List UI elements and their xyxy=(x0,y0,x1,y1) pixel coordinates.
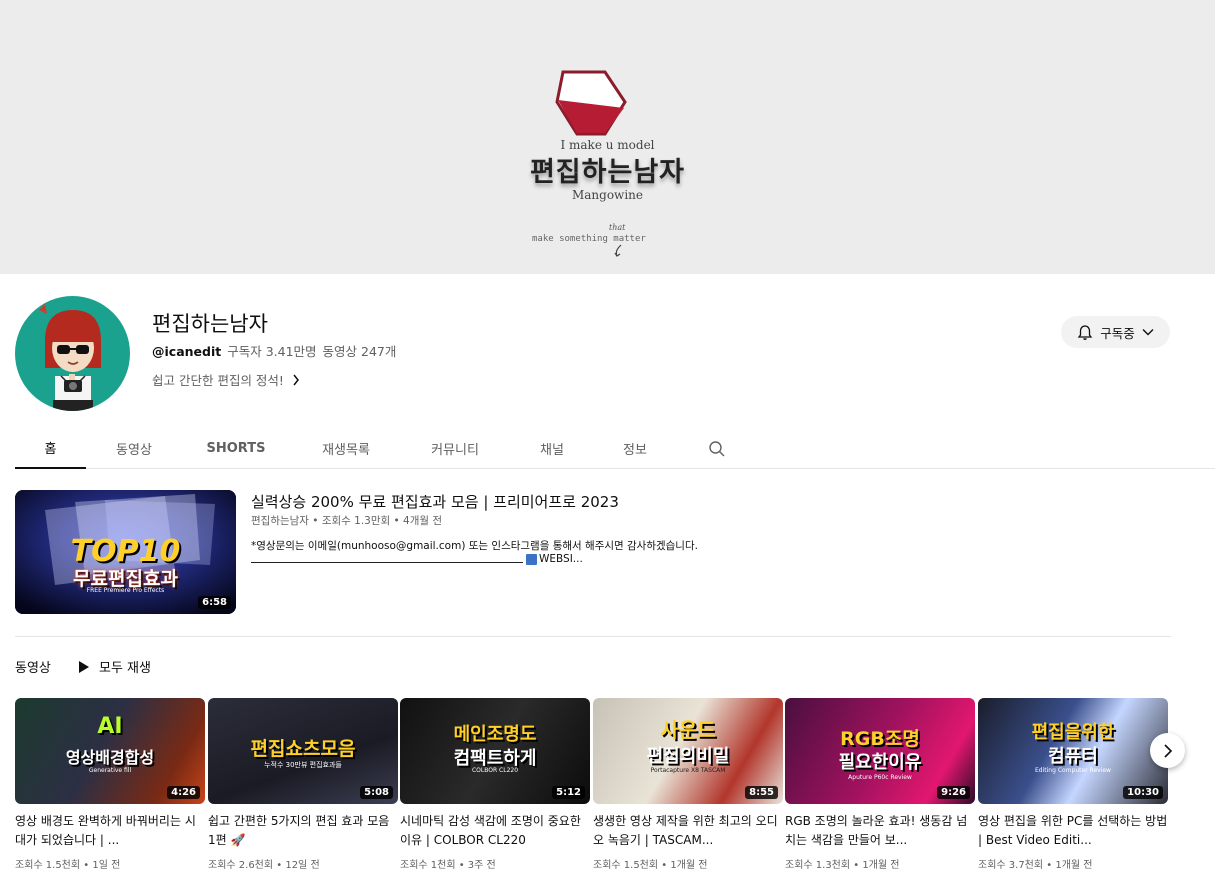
play-icon xyxy=(79,660,89,673)
tab-playlists[interactable]: 재생목록 xyxy=(310,428,382,469)
featured-duration: 6:58 xyxy=(198,596,231,609)
subscribed-button[interactable]: 구독중 xyxy=(1061,316,1170,348)
channel-description[interactable]: 쉽고 간단한 편집의 정석! xyxy=(152,370,300,389)
video-meta: 조회수 1천회 • 3주 전 xyxy=(400,860,496,871)
featured-video-thumbnail[interactable]: TOP10 무료편집효과 FREE Premiere Pro Effects 6… xyxy=(15,490,236,614)
video-card[interactable]: 메인조명도 컴팩트하게 COLBOR CL220 5:12 시네마틱 감성 색감… xyxy=(400,698,590,871)
channel-description-text: 쉽고 간단한 편집의 정석! xyxy=(152,373,284,388)
video-thumb-line1: 메인조명도 xyxy=(453,724,537,745)
video-card[interactable]: 편집을위한 컴퓨터 Editing Computer Review 10:30 … xyxy=(978,698,1168,871)
featured-video-meta: 편집하는남자 • 조회수 1.3만회 • 4개월 전 xyxy=(251,515,443,527)
video-thumb-line2: 편집의비밀 xyxy=(646,746,730,767)
tab-community[interactable]: 커뮤니티 xyxy=(419,428,491,469)
video-card[interactable]: RGB조명 필요한이유 Aputure P60c Review 9:26 RGB… xyxy=(785,698,975,871)
video-title[interactable]: RGB 조명의 놀라운 효과! 생동감 넘치는 색감을 만들어 보... xyxy=(785,812,975,850)
video-thumb-line1: 편집쇼츠모음 xyxy=(250,738,356,760)
video-thumbnail[interactable]: 편집쇼츠모음 누적수 30만뷰 편집효과들 5:08 xyxy=(208,698,398,804)
video-thumb-caption: Editing Computer Review xyxy=(1035,767,1111,774)
play-all-label: 모두 재생 xyxy=(99,661,151,676)
video-thumb-line2: 컴퓨터 xyxy=(1048,746,1098,767)
description-divider-line xyxy=(251,555,523,563)
video-thumbnail[interactable]: 사운드 편집의비밀 Portacapture X8 TASCAM 8:55 xyxy=(593,698,783,804)
video-thumbnail[interactable]: RGB조명 필요한이유 Aputure P60c Review 9:26 xyxy=(785,698,975,804)
video-thumb-line1: 사운드 xyxy=(660,718,716,742)
video-count: 동영상 247개 xyxy=(322,344,397,359)
subscribed-label: 구독중 xyxy=(1100,325,1135,341)
video-title[interactable]: 생생한 영상 제작을 위한 최고의 오디오 녹음기 | TASCAM... xyxy=(593,812,783,850)
video-thumbnail[interactable]: 편집을위한 컴퓨터 Editing Computer Review 10:30 xyxy=(978,698,1168,804)
video-meta: 조회수 1.5천회 • 1일 전 xyxy=(15,860,121,871)
video-card[interactable]: AI 영상배경합성 Generative fill 4:26 영상 배경도 완벽… xyxy=(15,698,205,871)
video-thumbnail[interactable]: 메인조명도 컴팩트하게 COLBOR CL220 5:12 xyxy=(400,698,590,804)
channel-tabs: 홈 동영상 SHORTS 재생목록 커뮤니티 채널 정보 xyxy=(15,428,1215,469)
video-title[interactable]: 쉽고 간편한 5가지의 편집 효과 모음 1편 🚀 xyxy=(208,812,398,850)
video-meta: 조회수 1.5천회 • 1개월 전 xyxy=(593,860,708,871)
video-duration: 8:55 xyxy=(745,786,778,799)
video-thumb-line1: AI xyxy=(97,714,123,739)
video-duration: 5:12 xyxy=(552,786,585,799)
banner-motto: make something matter xyxy=(532,234,646,244)
tab-home[interactable]: 홈 xyxy=(15,428,86,469)
video-title[interactable]: 시네마틱 감성 색감에 조명이 중요한 이유 | COLBOR CL220 xyxy=(400,812,590,850)
play-all-button[interactable]: 모두 재생 xyxy=(78,657,151,676)
chevron-down-icon xyxy=(1142,329,1154,336)
video-thumb-caption: 누적수 30만뷰 편집효과들 xyxy=(264,761,342,769)
tab-channels[interactable]: 채널 xyxy=(530,428,574,469)
video-thumb-caption: COLBOR CL220 xyxy=(471,767,519,774)
video-thumb-line1: 편집을위한 xyxy=(1031,722,1115,743)
banner-subtitle: Mangowine xyxy=(571,188,643,202)
video-thumb-line1: RGB조명 xyxy=(840,728,920,750)
video-thumb-line2: 영상배경합성 xyxy=(65,748,155,767)
wine-glass-logo-icon xyxy=(555,70,627,136)
featured-thumb-caption: FREE Premiere Pro Effects xyxy=(86,587,165,594)
video-title[interactable]: 영상 배경도 완벽하게 바꿔버리는 시대가 되었습니다 | ... xyxy=(15,812,205,850)
subscriber-count: 구독자 3.41만명 xyxy=(227,344,317,359)
avatar-illustration-icon xyxy=(39,304,101,411)
carousel-next-button[interactable] xyxy=(1150,733,1185,768)
video-duration: 9:26 xyxy=(937,786,970,799)
featured-description-tail: WEBSI... xyxy=(539,553,583,565)
channel-name: 편집하는남자 xyxy=(152,312,268,336)
video-thumb-caption: Aputure P60c Review xyxy=(848,774,912,781)
channel-avatar[interactable] xyxy=(15,296,130,411)
tab-search[interactable] xyxy=(704,428,730,469)
video-meta: 조회수 1.3천회 • 1개월 전 xyxy=(785,860,900,871)
video-duration: 10:30 xyxy=(1123,786,1163,799)
chevron-right-icon xyxy=(293,374,299,385)
banner-title: 편집하는남자 xyxy=(529,157,686,188)
featured-video-title[interactable]: 실력상승 200% 무료 편집효과 모음 | 프리미어프로 2023 xyxy=(251,491,619,512)
search-icon xyxy=(709,440,725,456)
bell-icon xyxy=(1077,324,1093,340)
globe-emoji-icon xyxy=(526,553,537,565)
video-meta: 조회수 3.7천회 • 1개월 전 xyxy=(978,860,1093,871)
video-title[interactable]: 영상 편집을 위한 PC를 선택하는 방법 | Best Video Editi… xyxy=(978,812,1168,850)
videos-section-title[interactable]: 동영상 xyxy=(15,657,51,676)
video-duration: 4:26 xyxy=(167,786,200,799)
tab-shorts[interactable]: SHORTS xyxy=(199,428,273,469)
section-divider xyxy=(15,636,1171,637)
channel-handle: @icanedit xyxy=(152,344,222,359)
video-thumb-caption: Generative fill xyxy=(88,767,132,774)
video-meta: 조회수 2.6천회 • 12일 전 xyxy=(208,860,320,871)
featured-description-line1: *영상문의는 이메일(munhooso@gmail.com) 또는 인스타그램을… xyxy=(251,540,698,552)
featured-description-line2: WEBSI... xyxy=(251,553,583,565)
channel-meta: @icanedit 구독자 3.41만명 동영상 247개 xyxy=(152,341,396,360)
banner-motto-small: that xyxy=(609,223,626,232)
tab-about[interactable]: 정보 xyxy=(613,428,657,469)
video-thumbnail[interactable]: AI 영상배경합성 Generative fill 4:26 xyxy=(15,698,205,804)
video-thumb-caption: Portacapture X8 TASCAM xyxy=(650,767,726,774)
curved-arrow-icon xyxy=(614,244,622,257)
channel-banner: I make u model 편집하는남자 Mangowine that mak… xyxy=(0,0,1215,274)
chevron-right-icon xyxy=(1163,743,1172,758)
video-duration: 5:08 xyxy=(360,786,393,799)
tab-videos[interactable]: 동영상 xyxy=(100,428,168,469)
video-thumb-line2: 필요한이유 xyxy=(838,752,922,773)
video-card[interactable]: 편집쇼츠모음 누적수 30만뷰 편집효과들 5:08 쉽고 간편한 5가지의 편… xyxy=(208,698,398,871)
video-card[interactable]: 사운드 편집의비밀 Portacapture X8 TASCAM 8:55 생생… xyxy=(593,698,783,871)
